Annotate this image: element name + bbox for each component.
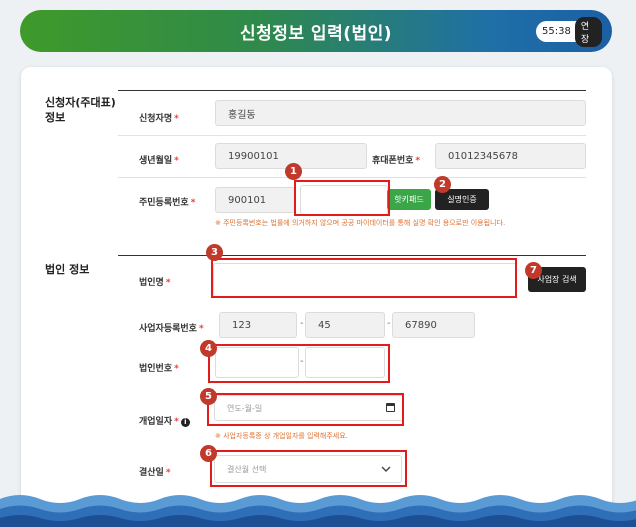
settle-label: 결산일 * (139, 468, 171, 478)
applicant-section-title: 신청자(주대표) 정보 (45, 96, 116, 124)
corpno-label: 법인번호 * (139, 364, 179, 374)
step-badge-6: 6 (200, 445, 217, 462)
open-date-label: 개업일자 * i (139, 414, 190, 427)
step-badge-4: 4 (200, 340, 217, 357)
row-divider (118, 177, 586, 178)
session-timer: 55:38 연장 (536, 16, 602, 47)
highlight-box-1 (294, 180, 390, 216)
section-divider (118, 90, 586, 91)
step-badge-2: 2 (434, 176, 451, 193)
step-badge-3: 3 (206, 244, 223, 261)
section-divider (118, 255, 586, 256)
bizno-part1-field: 123 (219, 312, 297, 338)
bizno-part3-field: 67890 (392, 312, 475, 338)
wave-decoration (0, 495, 636, 527)
bizno-label: 사업자등록번호 * (139, 324, 204, 334)
dash: - (387, 318, 391, 329)
timer-value: 55:38 (542, 26, 571, 37)
row-divider (118, 135, 586, 136)
phone-field: 01012345678 (435, 143, 586, 169)
page-header: 신청정보 입력(법인) 55:38 연장 (20, 10, 612, 52)
step-badge-5: 5 (200, 388, 217, 405)
highlight-box-5 (207, 393, 404, 426)
bizno-part2-field: 45 (305, 312, 385, 338)
rrn-front-field: 900101 (215, 187, 295, 213)
open-date-hint: ※ 사업자등록증 상 개업일자를 입력해주세요. (215, 432, 348, 440)
step-badge-7: 7 (525, 262, 542, 279)
extend-session-button[interactable]: 연장 (574, 16, 602, 47)
corp-name-label: 법인명 * (139, 278, 171, 288)
highlight-box-3 (211, 258, 517, 298)
birth-label: 생년월일 * (139, 156, 179, 166)
info-icon[interactable]: i (180, 418, 190, 427)
virtual-keypad-button[interactable]: 핫키패드 (387, 189, 431, 210)
page-title: 신청정보 입력(법인) (239, 24, 393, 44)
applicant-name-label: 신청자명 * (139, 114, 179, 124)
highlight-box-4 (208, 344, 390, 383)
applicant-name-field: 홍길동 (215, 100, 586, 126)
corp-section-title: 법인 정보 (45, 263, 90, 276)
phone-label: 휴대폰번호 * (372, 156, 421, 166)
step-badge-1: 1 (285, 163, 302, 180)
dash: - (300, 318, 304, 329)
highlight-box-6 (210, 450, 407, 487)
rrn-hint: ※ 주민등록번호는 법률에 의거하지 않으며 공공 마이데이터를 통해 실명 확… (215, 219, 506, 227)
rrn-label: 주민등록번호 * (139, 198, 196, 208)
